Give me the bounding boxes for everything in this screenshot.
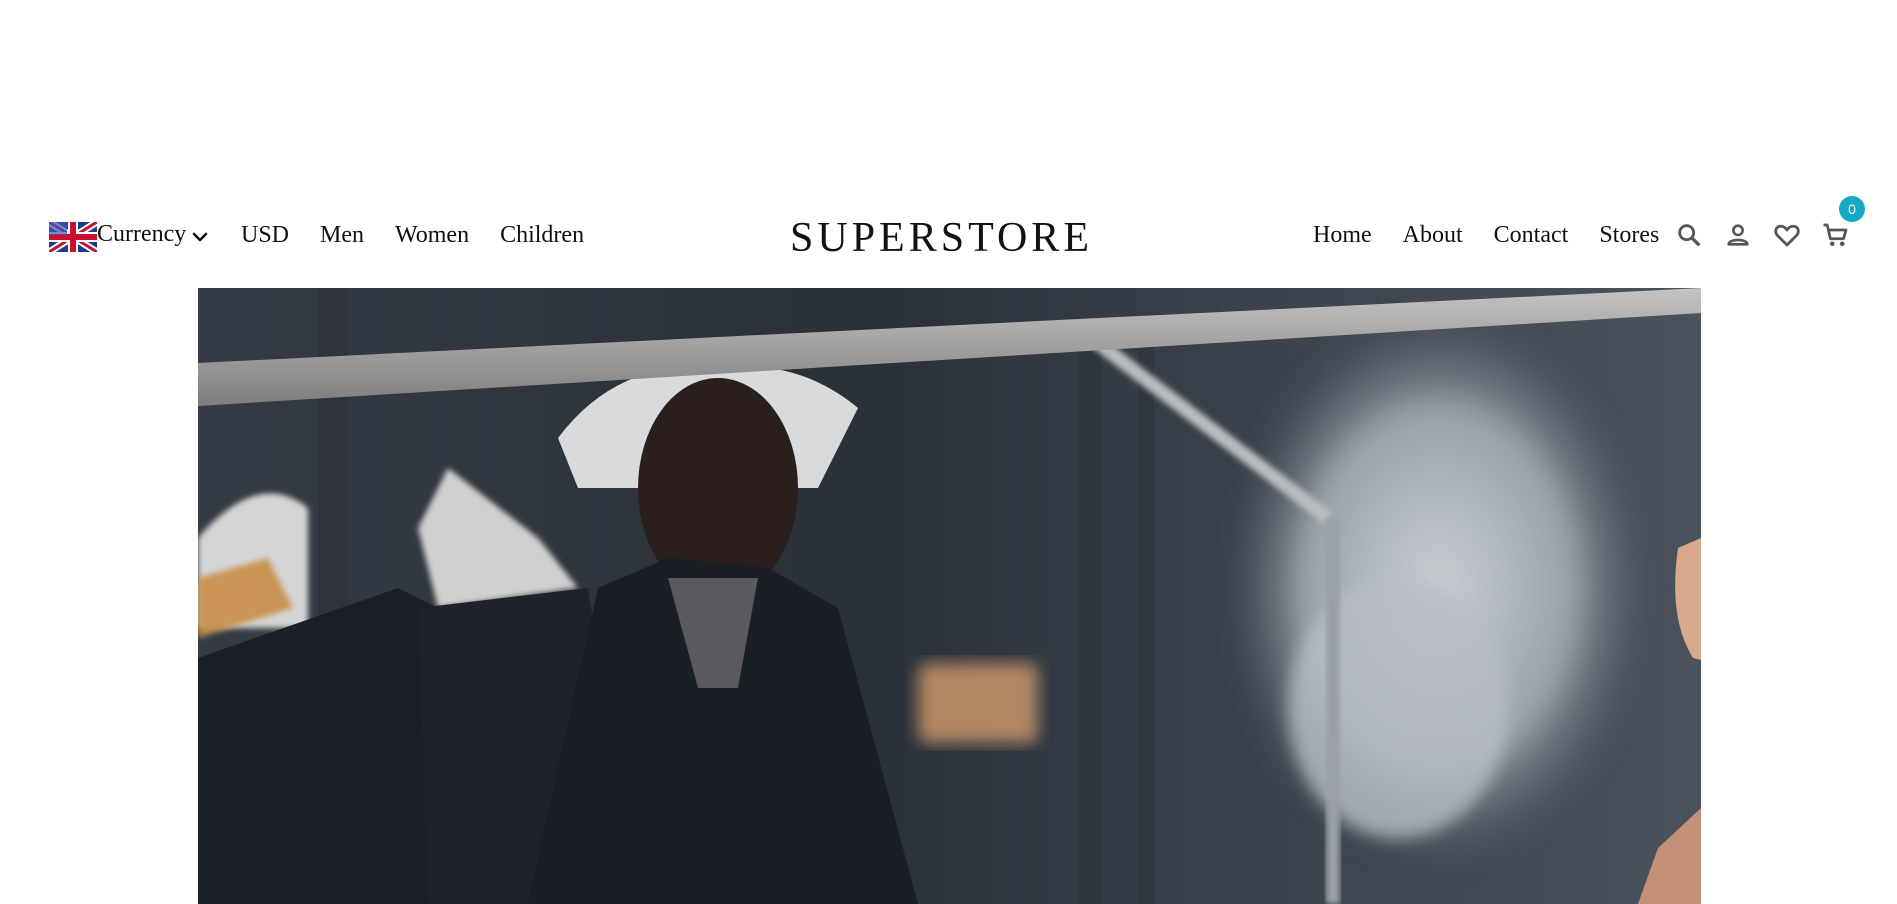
nav-link-contact[interactable]: Contact	[1494, 222, 1569, 249]
nav-link-about[interactable]: About	[1403, 222, 1463, 249]
header-icons: 0	[1672, 196, 1865, 251]
page: Currency USD Men Women Children SUPERSTO…	[0, 0, 1897, 904]
cart-count-badge: 0	[1839, 196, 1865, 222]
nav-link-stores[interactable]: Stores	[1599, 222, 1659, 249]
fashion-hero-image	[198, 288, 1701, 904]
cart-icon[interactable]: 0	[1819, 196, 1865, 251]
primary-nav-right: Home About Contact Stores	[1313, 222, 1659, 249]
nav-link-home[interactable]: Home	[1313, 222, 1372, 249]
heart-icon[interactable]	[1770, 218, 1803, 251]
search-icon[interactable]	[1672, 218, 1705, 251]
site-header: Currency USD Men Women Children SUPERSTO…	[0, 196, 1897, 268]
user-icon[interactable]	[1721, 218, 1754, 251]
